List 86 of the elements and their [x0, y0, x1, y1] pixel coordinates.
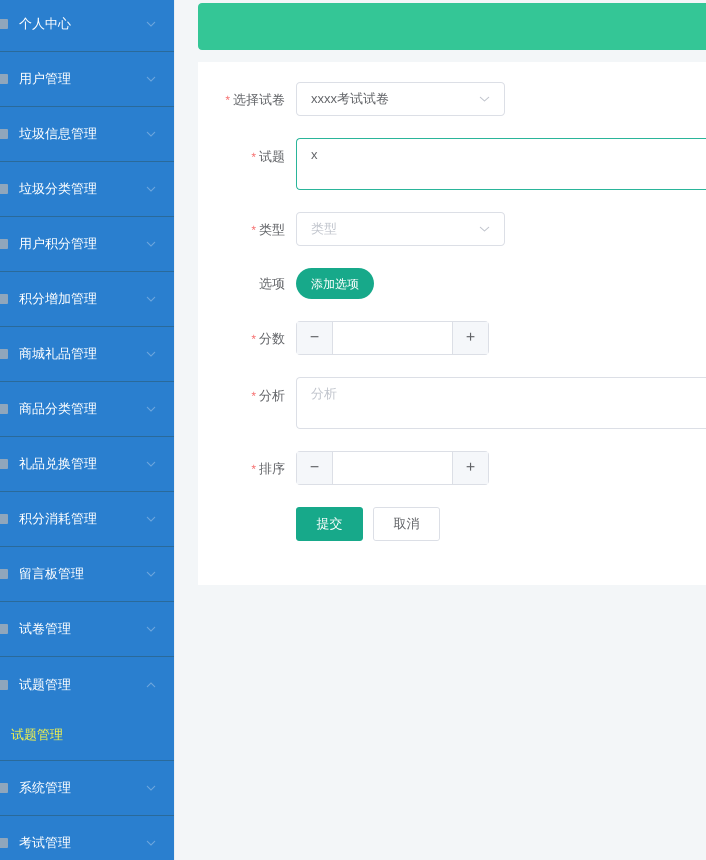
menu-label: 礼品兑换管理 [19, 455, 97, 474]
menu-label: 考试管理 [19, 834, 71, 852]
menu-label: 商城礼品管理 [19, 345, 97, 364]
square-icon [0, 459, 8, 469]
required-mark: * [251, 460, 256, 478]
square-icon [0, 680, 8, 690]
menu-item[interactable]: 积分增加管理 [0, 272, 174, 327]
menu-label: 垃圾分类管理 [19, 180, 97, 198]
menu-label: 留言板管理 [19, 565, 84, 584]
text-area[interactable]: 分析 [296, 377, 706, 429]
menu-item[interactable]: 礼品兑换管理 [0, 437, 174, 492]
menu-label: 积分消耗管理 [19, 510, 97, 528]
number-field[interactable]: − + [296, 321, 489, 355]
menu-label: 系统管理 [19, 779, 71, 798]
menu-item[interactable]: 垃圾信息管理 [0, 107, 174, 162]
field-label: 试题 [259, 148, 285, 166]
chevron-icon [146, 682, 156, 688]
menu-item[interactable]: 系统管理 [0, 761, 174, 816]
menu-item[interactable]: 积分消耗管理 [0, 492, 174, 547]
chevron-icon [146, 21, 156, 27]
square-icon [0, 624, 8, 634]
square-icon [0, 294, 8, 304]
chevron-icon [146, 461, 156, 467]
plus-button[interactable]: + [452, 322, 488, 354]
field-label: 分数 [259, 330, 285, 348]
chevron-icon [146, 406, 156, 412]
chevron-icon [479, 226, 490, 232]
menu-item[interactable]: 个人中心 [0, 0, 174, 52]
field-label: 类型 [259, 221, 285, 239]
required-mark: * [251, 330, 256, 348]
square-icon [0, 129, 8, 139]
square-icon [0, 404, 8, 414]
submit-button[interactable]: 提交 [296, 507, 363, 541]
menu-label: 个人中心 [19, 15, 71, 34]
chevron-icon [479, 96, 490, 102]
text-area[interactable]: x [296, 138, 706, 190]
square-icon [0, 184, 8, 194]
menu-label: 用户积分管理 [19, 235, 97, 254]
minus-button[interactable]: − [297, 322, 333, 354]
square-icon [0, 514, 8, 524]
minus-button[interactable]: − [297, 452, 333, 484]
chevron-icon [146, 626, 156, 632]
plus-button[interactable]: + [452, 452, 488, 484]
submenu-item[interactable]: 试题管理 [0, 712, 174, 758]
chevron-icon [146, 351, 156, 357]
square-icon [0, 349, 8, 359]
menu-item[interactable]: 用户积分管理 [0, 217, 174, 272]
select-field[interactable]: xxxx考试试卷 [296, 82, 505, 116]
menu-item[interactable]: 商品分类管理 [0, 382, 174, 437]
number-field[interactable]: − + [296, 451, 489, 485]
required-mark: * [251, 222, 256, 239]
required-mark: * [225, 92, 230, 109]
square-icon [0, 74, 8, 84]
required-mark: * [251, 148, 256, 166]
square-icon [0, 838, 8, 848]
chevron-icon [146, 516, 156, 522]
chevron-icon [146, 186, 156, 192]
field-label: 分析 [259, 387, 285, 405]
menu-label: 试卷管理 [19, 620, 71, 638]
required-mark: * [251, 388, 256, 405]
menu-label: 垃圾信息管理 [19, 125, 97, 144]
field-label: 选择试卷 [233, 91, 285, 109]
field-label: 排序 [259, 460, 285, 478]
menu-label: 积分增加管理 [19, 290, 97, 308]
chevron-icon [146, 296, 156, 302]
square-icon [0, 19, 8, 29]
menu-item[interactable]: 留言板管理 [0, 547, 174, 602]
chevron-icon [146, 785, 156, 791]
menu-label: 试题管理 [19, 676, 71, 694]
square-icon [0, 783, 8, 793]
chevron-icon [146, 241, 156, 247]
square-icon [0, 239, 8, 249]
add-option-button[interactable]: 添加选项 [296, 268, 374, 299]
menu-item[interactable]: 商城礼品管理 [0, 327, 174, 382]
chevron-icon [146, 571, 156, 577]
chevron-icon [146, 76, 156, 82]
square-icon [0, 569, 8, 579]
chevron-icon [146, 840, 156, 846]
cancel-button[interactable]: 取消 [373, 507, 440, 541]
menu-item[interactable]: 考试管理 [0, 816, 174, 860]
chevron-icon [146, 131, 156, 137]
menu-item[interactable]: 用户管理 [0, 52, 174, 107]
menu-item[interactable]: 垃圾分类管理 [0, 162, 174, 217]
field-label: 选项 [259, 275, 285, 293]
menu-label: 用户管理 [19, 70, 71, 88]
menu-label: 商品分类管理 [19, 400, 97, 418]
